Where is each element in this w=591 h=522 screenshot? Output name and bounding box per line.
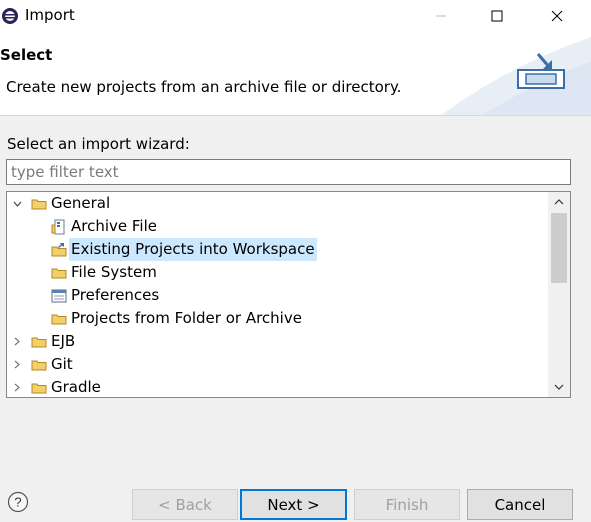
archive-file-icon	[51, 219, 65, 235]
help-icon[interactable]: ?	[7, 491, 29, 513]
wizard-tree[interactable]: General Archive File Existing Projects i…	[6, 191, 571, 398]
scroll-up-button[interactable]	[548, 192, 570, 212]
tree-item-ejb[interactable]: EJB	[7, 330, 547, 353]
tree-item-archive-file[interactable]: Archive File	[7, 215, 547, 238]
chevron-up-icon	[554, 199, 564, 205]
collapse-arrow-icon[interactable]	[12, 353, 22, 376]
collapse-arrow-icon[interactable]	[12, 376, 22, 397]
minimize-icon	[436, 15, 446, 17]
folder-icon	[51, 268, 67, 279]
maximize-icon	[491, 10, 503, 22]
chevron-down-icon	[554, 384, 564, 390]
tree-scrollbar[interactable]	[548, 192, 570, 397]
tree-item-label: EJB	[51, 332, 76, 350]
title-bar: Import	[0, 0, 591, 32]
tree-item-file-system[interactable]: File System	[7, 261, 547, 284]
eclipse-app-icon	[2, 8, 18, 24]
window-title: Import	[25, 6, 75, 24]
tree-item-label: General	[51, 194, 111, 212]
next-button[interactable]: Next >	[240, 489, 347, 520]
folder-icon	[31, 337, 47, 348]
folder-icon	[31, 360, 47, 371]
finish-button[interactable]: Finish	[354, 489, 460, 520]
tree-item-general[interactable]: General	[7, 192, 547, 215]
wizard-label: Select an import wizard:	[7, 135, 190, 153]
page-title: Select	[0, 46, 53, 64]
tree-item-existing-projects[interactable]: Existing Projects into Workspace	[7, 238, 547, 261]
scroll-thumb[interactable]	[551, 213, 567, 283]
minimize-button[interactable]	[418, 0, 464, 32]
page-description: Create new projects from an archive file…	[6, 78, 402, 96]
tree-item-label: Gradle	[51, 378, 101, 396]
folder-icon	[31, 199, 47, 210]
folder-icon	[51, 314, 67, 325]
filter-input[interactable]	[6, 159, 571, 185]
tree-item-label: Git	[51, 355, 73, 373]
tree-item-git[interactable]: Git	[7, 353, 547, 376]
close-button[interactable]	[534, 0, 580, 32]
folder-icon	[31, 383, 47, 394]
collapse-arrow-icon[interactable]	[12, 330, 22, 353]
preferences-icon	[51, 289, 67, 303]
expand-arrow-icon[interactable]	[12, 192, 22, 215]
tree-item-label: Projects from Folder or Archive	[71, 309, 302, 327]
tree-item-preferences[interactable]: Preferences	[7, 284, 547, 307]
tree-item-label: Preferences	[71, 286, 160, 304]
import-wizard-icon	[517, 53, 565, 89]
close-icon	[551, 10, 563, 22]
wizard-header: Select Create new projects from an archi…	[0, 32, 591, 116]
tree-item-projects-from-folder[interactable]: Projects from Folder or Archive	[7, 307, 547, 330]
tree-item-label: Existing Projects into Workspace	[69, 238, 317, 261]
tree-item-gradle[interactable]: Gradle	[7, 376, 547, 397]
maximize-button[interactable]	[474, 0, 520, 32]
back-button[interactable]: < Back	[132, 489, 238, 520]
tree-item-label: File System	[71, 263, 157, 281]
svg-text:?: ?	[14, 495, 21, 510]
tree-item-label: Archive File	[71, 217, 157, 235]
existing-projects-icon	[51, 243, 67, 257]
cancel-button[interactable]: Cancel	[467, 489, 573, 520]
scroll-down-button[interactable]	[548, 377, 570, 397]
